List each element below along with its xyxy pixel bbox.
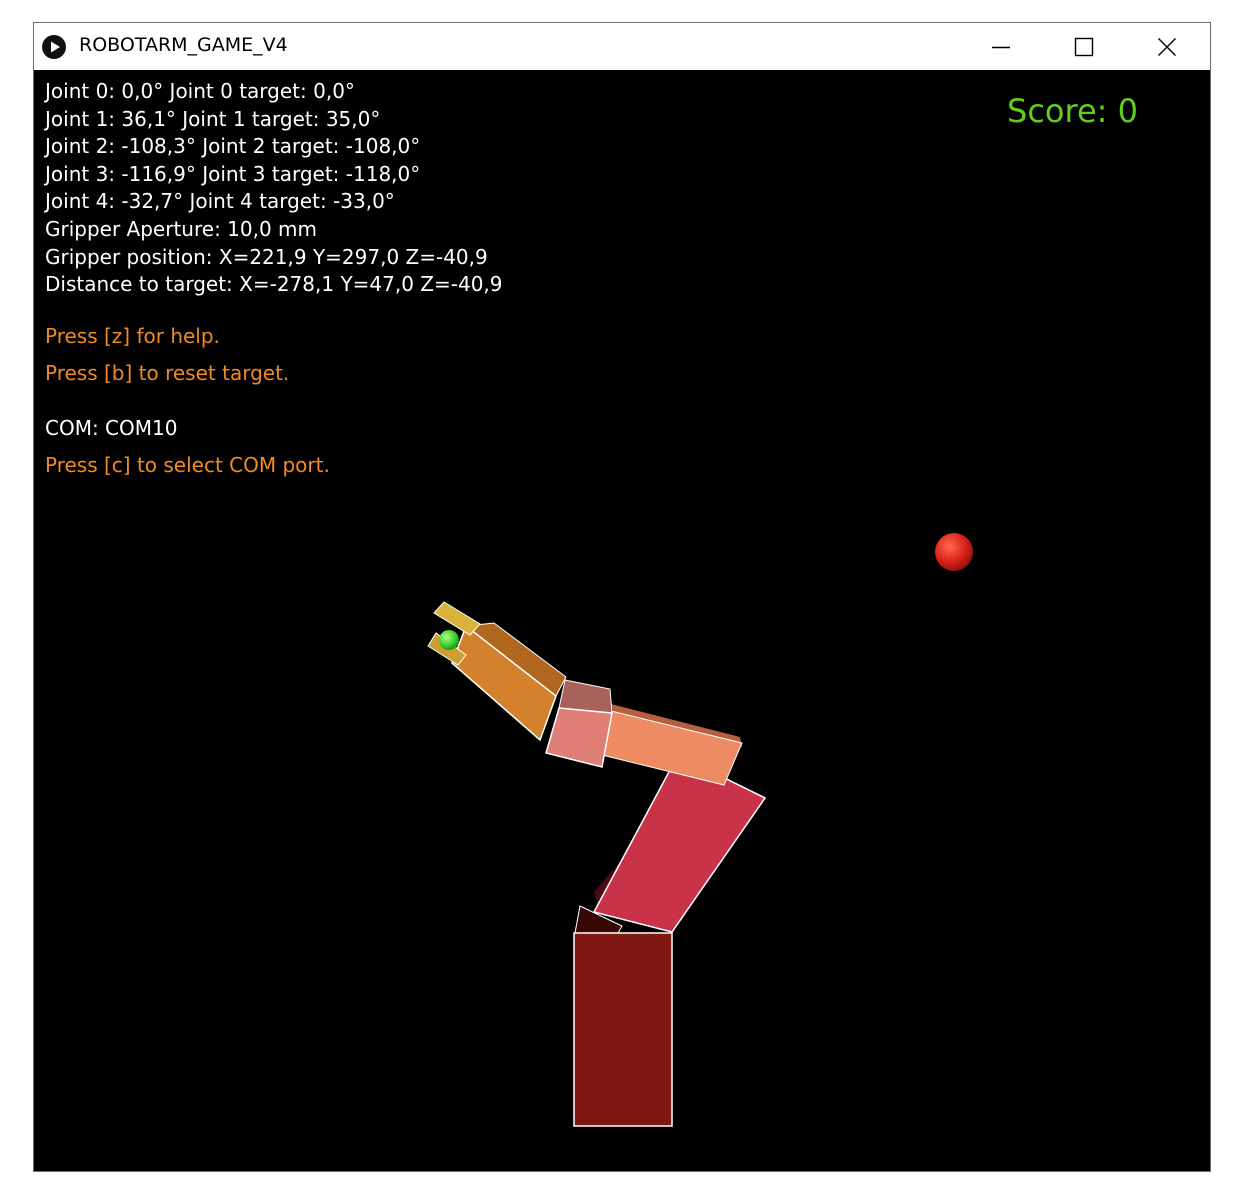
window-title: ROBOTARM_GAME_V4: [79, 34, 288, 56]
reset-target-hint: Press [b] to reset target.: [45, 361, 290, 385]
gripper-ball: [439, 630, 459, 650]
app-window: ROBOTARM_GAME_V4 Joint 0: 0,0° Joint 0 t…: [33, 22, 1211, 1172]
title-bar[interactable]: ROBOTARM_GAME_V4: [34, 23, 1210, 70]
maximize-button[interactable]: [1044, 23, 1124, 70]
com-port-label: COM: COM10: [45, 416, 178, 440]
robot-base: [573, 932, 673, 1127]
target-ball: [935, 533, 973, 571]
wrist-block: [545, 707, 613, 768]
gripper-finger-upper: [433, 601, 481, 636]
close-icon: [1158, 37, 1176, 56]
score-display: Score: 0: [1007, 92, 1138, 130]
status-line-joint-0: Joint 0: 0,0° Joint 0 target: 0,0°: [45, 79, 355, 103]
minimize-button[interactable]: [961, 23, 1041, 70]
status-line-gripper-aperture: Gripper Aperture: 10,0 mm: [45, 216, 318, 241]
status-line-joint-1: Joint 1: 36,1° Joint 1 target: 35,0°: [45, 106, 381, 131]
status-line-gripper-position: Gripper position: X=221,9 Y=297,0 Z=-40,…: [45, 244, 488, 269]
help-hint: Press [z] for help.: [45, 324, 220, 348]
play-icon: [42, 35, 66, 59]
maximize-icon: [1074, 37, 1094, 56]
status-line-joint-3: Joint 3: -116,9° Joint 3 target: -118,0°: [45, 161, 421, 186]
game-canvas[interactable]: Joint 0: 0,0° Joint 0 target: 0,0° Joint…: [34, 70, 1210, 1171]
status-line-distance-to-target: Distance to target: X=-278,1 Y=47,0 Z=-4…: [45, 272, 503, 297]
joint-status-panel: Joint 0: 0,0° Joint 0 target: 0,0° Joint…: [45, 78, 503, 299]
status-line-joint-2: Joint 2: -108,3° Joint 2 target: -108,0°: [45, 134, 421, 159]
lower-arm: [592, 754, 767, 933]
close-button[interactable]: [1127, 23, 1207, 70]
minimize-icon: [992, 46, 1010, 48]
status-line-joint-4: Joint 4: -32,7° Joint 4 target: -33,0°: [45, 189, 395, 214]
com-port-hint: Press [c] to select COM port.: [45, 453, 330, 477]
